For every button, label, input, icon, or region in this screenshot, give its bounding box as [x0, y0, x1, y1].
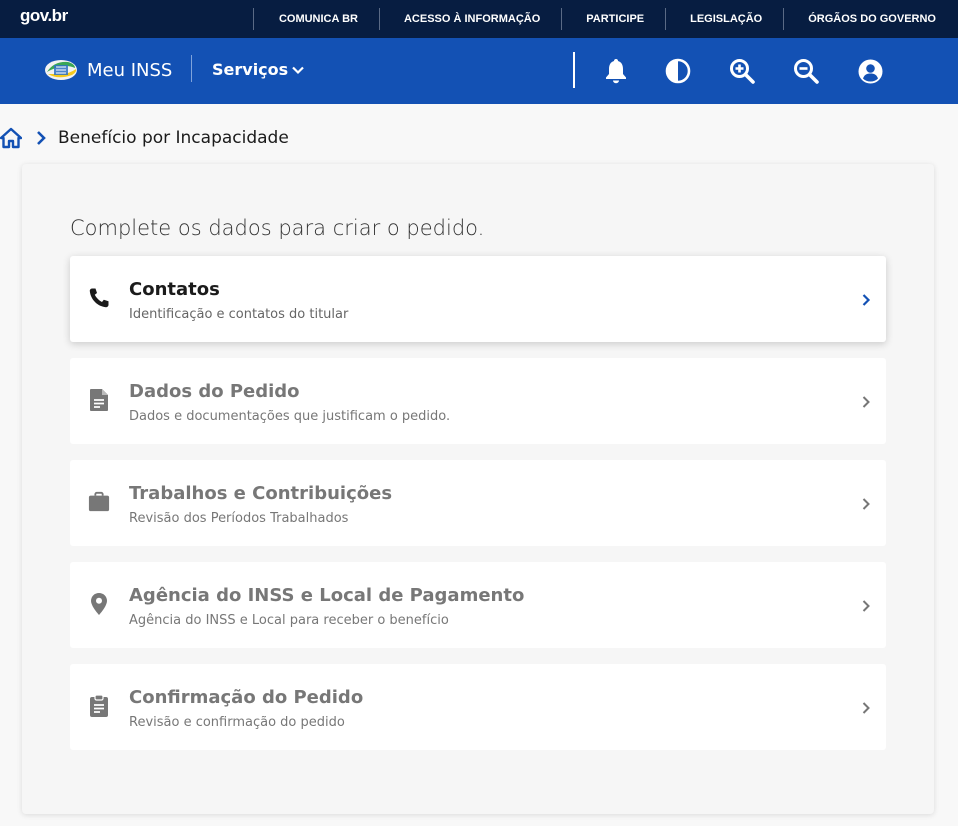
breadcrumb: Benefício por Incapacidade [0, 126, 289, 150]
breadcrumb-current: Benefício por Incapacidade [58, 128, 289, 148]
zoom-in-icon[interactable] [729, 58, 755, 84]
chevron-right-icon [862, 702, 870, 714]
home-icon[interactable] [0, 127, 22, 149]
chevron-right-icon [862, 498, 870, 510]
step-trabalhos-contribuicoes[interactable]: Trabalhos e Contribuições Revisão dos Pe… [70, 460, 886, 546]
step-subtitle: Revisão dos Períodos Trabalhados [129, 511, 349, 526]
contrast-icon[interactable] [665, 58, 691, 84]
step-title: Confirmação do Pedido [129, 687, 364, 708]
chevron-right-icon [862, 294, 871, 306]
phone-icon [88, 287, 110, 309]
govbr-top-bar: gov.br COMUNICA BR ACESSO À INFORMAÇÃO P… [0, 0, 958, 38]
servicos-menu[interactable]: Serviços [212, 60, 304, 79]
govbr-link-participe[interactable]: PARTICIPE [561, 8, 665, 30]
step-agencia-pagamento[interactable]: Agência do INSS e Local de Pagamento Agê… [70, 562, 886, 648]
chevron-right-icon [862, 600, 870, 612]
inss-logo-icon [45, 60, 77, 80]
clipboard-icon [88, 694, 110, 717]
govbr-links: COMUNICA BR ACESSO À INFORMAÇÃO PARTICIP… [252, 0, 958, 38]
form-title: Complete os dados para criar o pedido. [70, 216, 485, 240]
govbr-link-comunica-br[interactable]: COMUNICA BR [252, 8, 379, 30]
step-dados-pedido[interactable]: Dados do Pedido Dados e documentações qu… [70, 358, 886, 444]
header-divider-right [573, 52, 575, 88]
app-name: Meu INSS [87, 59, 173, 81]
step-title: Trabalhos e Contribuições [129, 483, 393, 504]
location-pin-icon [88, 593, 110, 615]
bell-icon[interactable] [603, 58, 629, 84]
zoom-out-icon[interactable] [793, 58, 819, 84]
step-subtitle: Agência do INSS e Local para receber o b… [129, 613, 449, 628]
app-header: Meu INSS Serviços [0, 38, 958, 104]
step-contatos[interactable]: Contatos Identificação e contatos do tit… [70, 256, 886, 342]
chevron-down-icon [292, 66, 304, 74]
document-icon [88, 389, 110, 411]
brand-home-link[interactable]: Meu INSS [44, 58, 172, 82]
govbr-link-orgaos-governo[interactable]: ÓRGÃOS DO GOVERNO [783, 8, 958, 30]
step-subtitle: Identificação e contatos do titular [129, 307, 349, 322]
step-title: Contatos [129, 279, 220, 300]
step-title: Agência do INSS e Local de Pagamento [129, 585, 525, 606]
govbr-link-legislacao[interactable]: LEGISLAÇÃO [665, 8, 783, 30]
chevron-right-icon [37, 131, 46, 145]
briefcase-icon [88, 491, 110, 513]
step-confirmacao-pedido[interactable]: Confirmação do Pedido Revisão e confirma… [70, 664, 886, 750]
user-icon[interactable] [857, 58, 883, 84]
step-subtitle: Revisão e confirmação do pedido [129, 715, 345, 730]
govbr-link-acesso-informacao[interactable]: ACESSO À INFORMAÇÃO [378, 8, 561, 30]
govbr-logo[interactable]: gov.br [20, 6, 68, 26]
servicos-label: Serviços [212, 60, 289, 79]
request-form-card: Complete os dados para criar o pedido. C… [22, 164, 934, 814]
step-subtitle: Dados e documentações que justificam o p… [129, 409, 451, 424]
chevron-right-icon [862, 396, 870, 408]
step-title: Dados do Pedido [129, 381, 300, 402]
header-divider [191, 55, 192, 82]
